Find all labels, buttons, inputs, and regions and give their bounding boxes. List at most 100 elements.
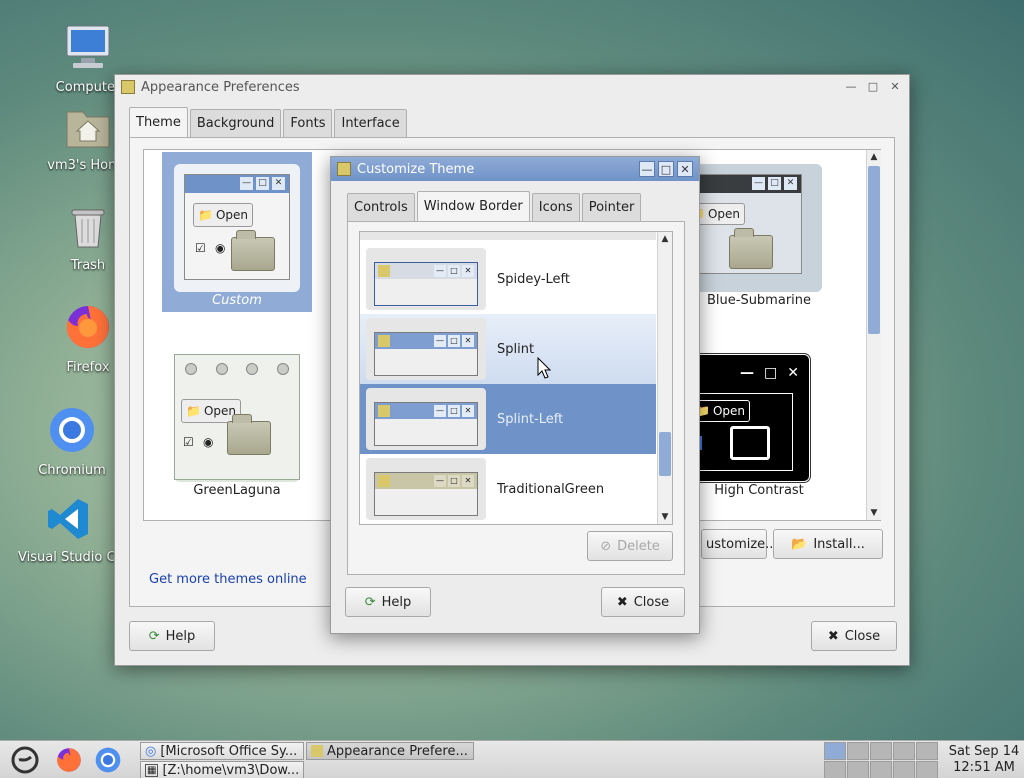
- workspace-1[interactable]: [824, 742, 846, 760]
- close-icon[interactable]: ✕: [887, 79, 903, 95]
- close-icon: ✖: [827, 628, 839, 644]
- help-label: Help: [381, 594, 412, 610]
- task-label: [Z:\home\vm3\Dow...: [162, 762, 300, 778]
- scroll-up-icon[interactable]: ▲: [658, 232, 672, 246]
- theme-tile-greenlaguna[interactable]: 📁 Open ☑ ◉ GreenLaguna: [162, 342, 312, 502]
- maximize-icon: □: [768, 177, 781, 190]
- minimize-icon: —: [740, 365, 755, 381]
- maximize-icon[interactable]: □: [658, 161, 674, 177]
- minimize-icon[interactable]: —: [639, 161, 655, 177]
- folder-icon: [231, 230, 275, 271]
- minimize-icon[interactable]: —: [843, 79, 859, 95]
- maximize-icon: □: [448, 335, 460, 347]
- app-icon: [378, 335, 390, 347]
- clock-time: 12:51 AM: [953, 760, 1015, 775]
- maximize-icon: □: [448, 475, 460, 487]
- theme-name: Custom: [212, 293, 262, 308]
- folder-icon: [729, 228, 773, 269]
- close-icon: ✕: [462, 265, 474, 277]
- workspace-8[interactable]: [870, 761, 892, 778]
- list-item-traditionalgreen[interactable]: — □ ✕ TraditionalGreen: [360, 454, 656, 524]
- theme-name: Blue-Submarine: [706, 293, 812, 308]
- dialog-close-button[interactable]: ✖ Close: [601, 587, 685, 617]
- tab-icons[interactable]: Icons: [531, 193, 580, 221]
- workspace-10[interactable]: [916, 761, 938, 778]
- clock[interactable]: Sat Sep 14 12:51 AM: [946, 744, 1022, 776]
- workspace-6[interactable]: [824, 761, 846, 778]
- radio-icon: ◉: [215, 241, 226, 255]
- desktop-icon-label: Visual Studio Code: [18, 550, 118, 565]
- minimize-icon: —: [240, 177, 253, 190]
- workspace-3[interactable]: [870, 742, 892, 760]
- tab-pointer[interactable]: Pointer: [581, 193, 642, 221]
- get-more-themes-link[interactable]: Get more themes online: [149, 572, 307, 587]
- task-file-manager[interactable]: ▦ [Z:\home\vm3\Dow...: [140, 761, 304, 778]
- scroll-down-icon[interactable]: ▼: [867, 506, 881, 520]
- workspace-5[interactable]: [916, 742, 938, 760]
- tab-fonts[interactable]: Fonts: [283, 109, 333, 137]
- preview-title-buttons: [175, 355, 299, 383]
- help-icon: ⟳: [148, 628, 160, 644]
- dialog-help-button[interactable]: ⟳ Help: [345, 587, 431, 617]
- scroll-up-icon[interactable]: ▲: [867, 150, 881, 164]
- preview-window: — □ ✕: [374, 332, 478, 376]
- folder-icon: [730, 426, 770, 460]
- gallery-scrollbar[interactable]: ▲ ▼: [866, 150, 881, 520]
- workspace-7[interactable]: [847, 761, 869, 778]
- firefox-launcher-icon[interactable]: [55, 746, 83, 778]
- scroll-down-icon[interactable]: ▼: [658, 510, 672, 524]
- close-icon[interactable]: ✕: [677, 161, 693, 177]
- customize-app-icon: [337, 162, 351, 176]
- tab-controls[interactable]: Controls: [347, 193, 415, 221]
- list-item-spidey-left[interactable]: — □ ✕ Spidey-Left: [360, 244, 656, 314]
- folder-icon: [227, 414, 271, 455]
- tab-background[interactable]: Background: [189, 109, 282, 137]
- theme-preview: 📁 Open ☑ ◉: [174, 354, 300, 482]
- customize-titlebar[interactable]: Customize Theme — □ ✕: [331, 157, 699, 181]
- scrollbar-thumb[interactable]: [868, 166, 880, 334]
- radio-icon: ◉: [203, 435, 214, 449]
- workspace-4[interactable]: [893, 742, 915, 760]
- close-button[interactable]: ✖ Close: [811, 621, 897, 651]
- maximize-icon[interactable]: □: [865, 79, 881, 95]
- checkbox-icon: ☑: [183, 435, 194, 449]
- customize-button[interactable]: ustomize...: [701, 529, 778, 559]
- tab-window-border[interactable]: Window Border: [416, 191, 530, 221]
- maximize-icon: □: [448, 405, 460, 417]
- desktop-icon-chromium[interactable]: Chromium: [22, 405, 122, 478]
- task-appearance-preferences[interactable]: Appearance Prefere...: [306, 742, 474, 760]
- clock-date: Sat Sep 14: [948, 744, 1020, 759]
- border-preview: — □ ✕: [366, 458, 486, 520]
- preview-window: 📁 Open ☑ ◉: [174, 354, 300, 480]
- desktop-icon-vscode[interactable]: Visual Studio Code: [18, 496, 118, 565]
- workspace-9[interactable]: [893, 761, 915, 778]
- theme-tile-custom[interactable]: — □ ✕ 📁 Open ☑ ◉ Custom: [162, 152, 312, 312]
- scrollbar-thumb[interactable]: [659, 432, 671, 476]
- desktop-icon-label: Chromium: [38, 463, 106, 478]
- list-scrollbar[interactable]: ▲ ▼: [657, 232, 672, 524]
- delete-button[interactable]: ⊘ Delete: [587, 531, 673, 561]
- tab-theme[interactable]: Theme: [129, 107, 188, 137]
- open-label: Open: [712, 404, 746, 418]
- maximize-icon: □: [256, 177, 269, 190]
- tab-interface[interactable]: Interface: [334, 109, 407, 137]
- minimize-icon: —: [434, 265, 446, 277]
- start-menu-icon[interactable]: [10, 745, 40, 778]
- task-microsoft-office[interactable]: ◎ [Microsoft Office Sy...: [140, 742, 304, 760]
- checkbox-icon: ☑: [195, 241, 206, 255]
- border-preview: — □ ✕: [366, 248, 486, 310]
- minimize-icon: —: [434, 335, 446, 347]
- list-item-splint-left[interactable]: — □ ✕ Splint-Left: [360, 384, 656, 454]
- appearance-titlebar[interactable]: Appearance Preferences — □ ✕: [115, 75, 909, 99]
- list-item-splint[interactable]: — □ ✕ Splint: [360, 314, 656, 384]
- chromium-launcher-icon[interactable]: [94, 746, 122, 778]
- list-item-partial: [360, 232, 656, 240]
- vscode-icon: [18, 496, 118, 546]
- theme-tile-high-contrast[interactable]: —□✕ 📁Open ✓ High Contrast: [663, 342, 834, 502]
- help-icon: ⟳: [364, 594, 376, 610]
- theme-tile-blue-submarine[interactable]: —□✕ 📁Open Blue-Submarine: [676, 152, 834, 312]
- workspace-2[interactable]: [847, 742, 869, 760]
- maximize-icon: □: [764, 365, 778, 381]
- install-button[interactable]: 📂 Install...: [773, 529, 883, 559]
- help-button[interactable]: ⟳ Help: [129, 621, 215, 651]
